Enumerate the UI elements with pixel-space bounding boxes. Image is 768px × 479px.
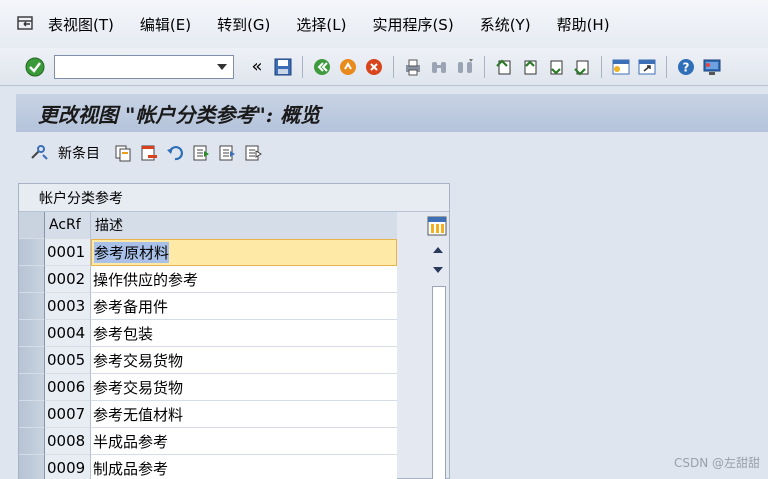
- customize-layout-icon[interactable]: [701, 56, 723, 78]
- menu-system[interactable]: 系统(Y): [480, 14, 531, 35]
- table-grid: AcRf 描述 0001 参考原材料 0002 操作供应的参考 0003 参考备…: [19, 212, 397, 479]
- new-entries-button[interactable]: 新条目: [58, 143, 100, 163]
- svg-text:?: ?: [683, 60, 690, 74]
- select-all-icon[interactable]: [190, 142, 212, 164]
- acrf-cell: 0001: [45, 239, 91, 266]
- row-selector[interactable]: [19, 455, 45, 479]
- description-input[interactable]: 参考包装: [91, 320, 397, 347]
- row-selector[interactable]: [19, 374, 45, 401]
- acrf-cell: 0005: [45, 347, 91, 374]
- menu-utilities[interactable]: 实用程序(S): [372, 14, 453, 35]
- previous-page-icon[interactable]: [519, 56, 541, 78]
- row-selector[interactable]: [19, 293, 45, 320]
- last-page-icon[interactable]: [571, 56, 593, 78]
- toolbar-separator: [601, 55, 602, 78]
- first-page-icon[interactable]: [493, 56, 515, 78]
- table-title: 帐户分类参考: [19, 184, 449, 212]
- toolbar-separator: [393, 55, 394, 78]
- row-selector[interactable]: [19, 428, 45, 455]
- scroll-down-icon[interactable]: [427, 260, 449, 280]
- application-toolbar: 新条目: [16, 136, 768, 170]
- print-icon[interactable]: [402, 56, 424, 78]
- select-all-column-button[interactable]: [19, 212, 45, 239]
- description-input[interactable]: 制成品参考: [91, 455, 397, 479]
- account-category-table: 帐户分类参考 AcRf 描述 0001 参考原材料 0002 操作供应的参考 0…: [18, 183, 450, 479]
- description-input[interactable]: 参考交易货物: [91, 374, 397, 401]
- column-header-description[interactable]: 描述: [91, 212, 397, 239]
- menu-goto[interactable]: 转到(G): [217, 14, 270, 35]
- page-title: 更改视图 "帐户分类参考": 概览: [38, 102, 321, 127]
- copy-as-icon[interactable]: [112, 142, 134, 164]
- collapse-toolbar-icon[interactable]: «: [246, 56, 268, 78]
- command-field[interactable]: [54, 54, 234, 79]
- exit-icon[interactable]: [337, 56, 359, 78]
- table-header-row: AcRf 描述: [19, 212, 397, 239]
- toolbar-separator: [666, 55, 667, 78]
- table-row: 0007 参考无值材料: [19, 401, 397, 428]
- shortcut-icon[interactable]: [636, 56, 658, 78]
- table-row: 0008 半成品参考: [19, 428, 397, 455]
- acrf-cell: 0003: [45, 293, 91, 320]
- menu-help[interactable]: 帮助(H): [557, 14, 610, 35]
- create-session-icon[interactable]: [610, 56, 632, 78]
- description-input[interactable]: 参考备用件: [91, 293, 397, 320]
- acrf-cell: 0002: [45, 266, 91, 293]
- table-row: 0001 参考原材料: [19, 239, 397, 266]
- description-input[interactable]: 半成品参考: [91, 428, 397, 455]
- find-next-icon[interactable]: [454, 56, 476, 78]
- undo-change-icon[interactable]: [164, 142, 186, 164]
- table-settings-icon[interactable]: [426, 215, 448, 237]
- enter-check-icon[interactable]: [24, 56, 46, 78]
- table-row: 0006 参考交易货物: [19, 374, 397, 401]
- table-row: 0005 参考交易货物: [19, 347, 397, 374]
- acrf-cell: 0009: [45, 455, 91, 479]
- description-input[interactable]: 参考交易货物: [91, 347, 397, 374]
- row-selector[interactable]: [19, 320, 45, 347]
- window-menu-icon[interactable]: [16, 15, 36, 33]
- table-row: 0003 参考备用件: [19, 293, 397, 320]
- menu-table-view[interactable]: 表视图(T): [48, 14, 114, 35]
- description-text: 参考原材料: [94, 242, 170, 263]
- menu-select[interactable]: 选择(L): [296, 14, 346, 35]
- screen-title-bar: 更改视图 "帐户分类参考": 概览: [16, 94, 768, 132]
- acrf-cell: 0004: [45, 320, 91, 347]
- command-input[interactable]: [55, 55, 205, 78]
- chevron-down-icon[interactable]: [217, 63, 227, 70]
- toolbar-separator: [302, 55, 303, 78]
- deselect-all-icon[interactable]: [242, 142, 264, 164]
- row-selector[interactable]: [19, 239, 45, 266]
- acrf-cell: 0008: [45, 428, 91, 455]
- menu-edit[interactable]: 编辑(E): [140, 14, 191, 35]
- cancel-icon[interactable]: [363, 56, 385, 78]
- vertical-scrollbar[interactable]: [427, 240, 449, 479]
- table-row: 0009 制成品参考: [19, 455, 397, 479]
- next-page-icon[interactable]: [545, 56, 567, 78]
- select-block-icon[interactable]: [216, 142, 238, 164]
- acrf-cell: 0007: [45, 401, 91, 428]
- table-row: 0002 操作供应的参考: [19, 266, 397, 293]
- menu-bar: 表视图(T) 编辑(E) 转到(G) 选择(L) 实用程序(S) 系统(Y) 帮…: [0, 0, 768, 48]
- row-selector[interactable]: [19, 347, 45, 374]
- back-icon[interactable]: [311, 56, 333, 78]
- scroll-track[interactable]: [432, 286, 446, 479]
- row-selector[interactable]: [19, 266, 45, 293]
- description-input[interactable]: 操作供应的参考: [91, 266, 397, 293]
- delete-icon[interactable]: [138, 142, 160, 164]
- table-row: 0004 参考包装: [19, 320, 397, 347]
- display-change-icon[interactable]: [28, 142, 50, 164]
- scroll-up-icon[interactable]: [427, 240, 449, 260]
- help-icon[interactable]: ?: [675, 56, 697, 78]
- description-input[interactable]: 参考无值材料: [91, 401, 397, 428]
- row-selector[interactable]: [19, 401, 45, 428]
- watermark: CSDN @左甜甜: [673, 456, 760, 470]
- toolbar-separator: [484, 55, 485, 78]
- column-header-acrf[interactable]: AcRf: [45, 212, 91, 239]
- save-icon[interactable]: [272, 56, 294, 78]
- find-icon[interactable]: [428, 56, 450, 78]
- standard-toolbar: « ?: [0, 48, 768, 86]
- description-input[interactable]: 参考原材料: [91, 239, 397, 266]
- acrf-cell: 0006: [45, 374, 91, 401]
